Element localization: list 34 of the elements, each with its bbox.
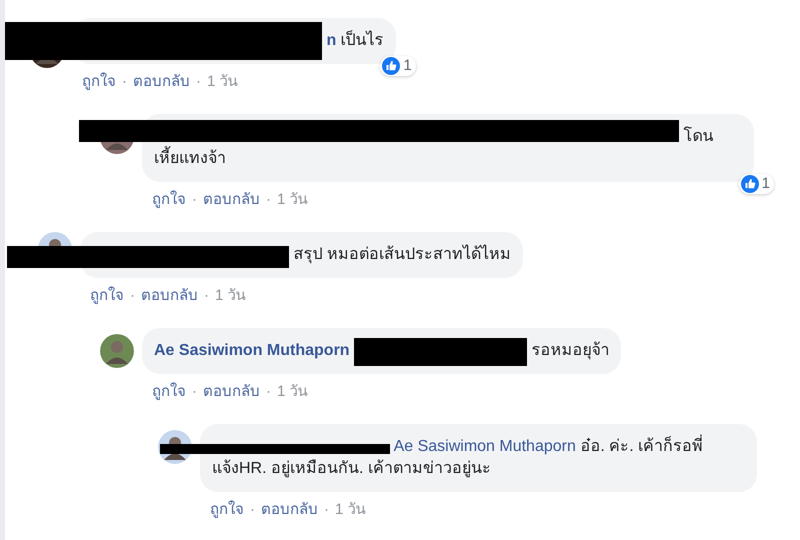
reply-link[interactable]: ตอบกลับ	[141, 286, 198, 306]
comment-time: 1 วัน	[335, 500, 366, 520]
separator-dot: ·	[250, 500, 255, 520]
separator-dot: ·	[266, 382, 271, 402]
reply-link[interactable]: ตอบกลับ	[203, 190, 260, 210]
reply-link[interactable]: ตอบกลับ	[203, 382, 260, 402]
comment-text: Ae Sasiwimon Muthaporn รอหมอยุจ้า	[154, 340, 610, 362]
separator-dot: ·	[192, 382, 197, 402]
like-link[interactable]: ถูกใจ	[152, 190, 186, 210]
comment-text: สรุป หมอต่อเส้นประสาทได้ไหม	[292, 244, 511, 266]
separator-dot: ·	[204, 286, 209, 306]
comment-time: 1 วัน	[215, 286, 246, 306]
like-link[interactable]: ถูกใจ	[90, 286, 124, 306]
separator-dot: ·	[130, 286, 135, 306]
author-name[interactable]: Ae Sasiwimon Muthaporn	[154, 342, 350, 359]
separator-dot: ·	[324, 500, 329, 520]
reply-link[interactable]: ตอบกลับ	[261, 500, 318, 520]
reaction-badge[interactable]: 1	[738, 174, 774, 194]
like-link[interactable]: ถูกใจ	[82, 72, 116, 92]
mention-link[interactable]: Ae Sasiwimon Muthaporn	[394, 438, 576, 455]
separator-dot: ·	[266, 190, 271, 210]
reply-link[interactable]: ตอบกลับ	[133, 72, 190, 92]
comment-time: 1 วัน	[277, 382, 308, 402]
separator-dot: ·	[122, 72, 127, 92]
like-link[interactable]: ถูกใจ	[152, 382, 186, 402]
comment-text: Ae Sasiwimon Muthaporn อ๋อ. ค่ะ. เค้าก็รอพี่แจ้งHR. อยู่เหมือนกัน. เค้าตามข่าวอยู่นะ	[212, 436, 745, 480]
comment-time: 1 วัน	[277, 190, 308, 210]
separator-dot: ·	[196, 72, 201, 92]
separator-dot: ·	[192, 190, 197, 210]
comment-text: โดน เหี้ยแทงจ้า	[154, 126, 714, 169]
like-link[interactable]: ถูกใจ	[210, 500, 244, 520]
author-name[interactable]: n	[326, 32, 336, 49]
comment-time: 1 วัน	[207, 72, 238, 92]
reaction-badge[interactable]: 1	[380, 56, 416, 76]
